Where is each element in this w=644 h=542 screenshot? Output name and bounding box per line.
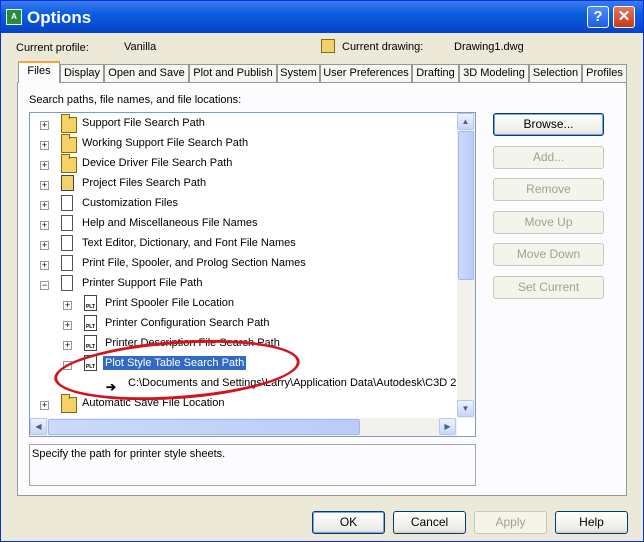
expand-icon[interactable]: +: [40, 181, 49, 190]
close-button[interactable]: ✕: [613, 6, 635, 28]
browse-button[interactable]: Browse...: [493, 113, 604, 136]
folder-icon: [61, 154, 77, 173]
tree-heading: Search paths, file names, and file locat…: [29, 94, 242, 106]
expand-icon[interactable]: +: [40, 161, 49, 170]
move-up-button[interactable]: Move Up: [493, 211, 604, 234]
current-profile-value: Vanilla: [124, 41, 157, 53]
tab-drafting[interactable]: Drafting: [412, 64, 459, 82]
expand-icon[interactable]: +: [40, 121, 49, 130]
description-box: Specify the path for printer style sheet…: [29, 444, 476, 486]
plt-file-icon: PLT: [84, 295, 97, 311]
cancel-button[interactable]: Cancel: [393, 511, 466, 534]
move-down-button[interactable]: Move Down: [493, 243, 604, 266]
tree-item-text-editor-dictionary-font[interactable]: Text Editor, Dictionary, and Font File N…: [82, 234, 296, 252]
tab-selection[interactable]: Selection: [529, 64, 582, 82]
collapse-icon[interactable]: −: [40, 281, 49, 290]
apply-button[interactable]: Apply: [474, 511, 547, 534]
add-button[interactable]: Add...: [493, 146, 604, 169]
help-title-button[interactable]: ?: [587, 6, 609, 28]
scroll-left-icon[interactable]: ◀: [30, 418, 47, 435]
folder-icon: [61, 134, 77, 153]
tree-item-print-spooler-file-location[interactable]: Print Spooler File Location: [105, 294, 234, 312]
tree-item-print-file-spooler-prolog[interactable]: Print File, Spooler, and Prolog Section …: [82, 254, 306, 272]
tab-profiles[interactable]: Profiles: [582, 64, 627, 82]
remove-button[interactable]: Remove: [493, 178, 604, 201]
title-bar[interactable]: A Options ? ✕: [1, 1, 643, 33]
help-button[interactable]: Help: [555, 511, 628, 534]
tree-item-working-support-file-search-path[interactable]: Working Support File Search Path: [82, 134, 248, 152]
options-dialog: A Options ? ✕ Current profile: Vanilla C…: [0, 0, 644, 542]
document-icon: [61, 215, 73, 231]
expand-icon[interactable]: +: [63, 341, 72, 350]
project-files-icon: [61, 175, 74, 191]
document-icon: [61, 255, 73, 271]
folder-icon: [61, 114, 77, 133]
autocad-app-icon: A: [6, 9, 22, 25]
current-drawing-label: Current drawing:: [342, 41, 424, 53]
tab-plot-and-publish[interactable]: Plot and Publish: [189, 64, 277, 82]
horizontal-scroll-thumb[interactable]: [48, 419, 360, 435]
tab-3d-modeling[interactable]: 3D Modeling: [459, 64, 529, 82]
tree-item-printer-support-file-path[interactable]: Printer Support File Path: [82, 274, 202, 292]
document-icon: [61, 235, 73, 251]
expand-icon[interactable]: +: [40, 141, 49, 150]
tree-item-help-and-misc-file-names[interactable]: Help and Miscellaneous File Names: [82, 214, 257, 232]
tab-display[interactable]: Display: [60, 64, 104, 82]
tree-item-project-files-search-path[interactable]: Project Files Search Path: [82, 174, 206, 192]
current-profile-label: Current profile:: [16, 42, 89, 54]
tab-files[interactable]: Files: [18, 61, 60, 83]
tree-item-customization-files[interactable]: Customization Files: [82, 194, 178, 212]
tree-item-support-file-search-path[interactable]: Support File Search Path: [82, 114, 205, 132]
expand-icon[interactable]: +: [40, 261, 49, 270]
expand-icon[interactable]: +: [63, 301, 72, 310]
expand-icon[interactable]: +: [40, 241, 49, 250]
scroll-right-icon[interactable]: ▶: [439, 418, 456, 435]
window-title: Options: [27, 8, 92, 27]
tree-item-device-driver-file-search-path[interactable]: Device Driver File Search Path: [82, 154, 232, 172]
tab-user-preferences[interactable]: User Preferences: [320, 64, 412, 82]
expand-icon[interactable]: +: [63, 321, 72, 330]
vertical-scroll-thumb[interactable]: [458, 131, 474, 280]
plt-file-icon: PLT: [84, 315, 97, 331]
plt-file-icon: PLT: [84, 335, 97, 351]
drawing-icon: [321, 39, 335, 53]
tree-horizontal-scrollbar[interactable]: ◀ ▶: [30, 418, 457, 436]
ok-button[interactable]: OK: [312, 511, 385, 534]
expand-icon[interactable]: +: [40, 221, 49, 230]
printer-support-icon: [61, 275, 73, 291]
expand-icon[interactable]: +: [40, 201, 49, 210]
set-current-button[interactable]: Set Current: [493, 276, 604, 299]
tab-system[interactable]: System: [277, 64, 320, 82]
tab-open-and-save[interactable]: Open and Save: [104, 64, 189, 82]
tree-vertical-scrollbar[interactable]: ▲ ▼: [457, 113, 475, 418]
current-drawing-value: Drawing1.dwg: [454, 41, 524, 53]
expand-icon[interactable]: +: [40, 401, 49, 410]
scroll-down-icon[interactable]: ▼: [457, 400, 474, 417]
tree-item-printer-configuration-search-path[interactable]: Printer Configuration Search Path: [105, 314, 269, 332]
scroll-up-icon[interactable]: ▲: [457, 113, 474, 130]
folder-icon: [61, 394, 77, 413]
document-icon: [61, 195, 73, 211]
